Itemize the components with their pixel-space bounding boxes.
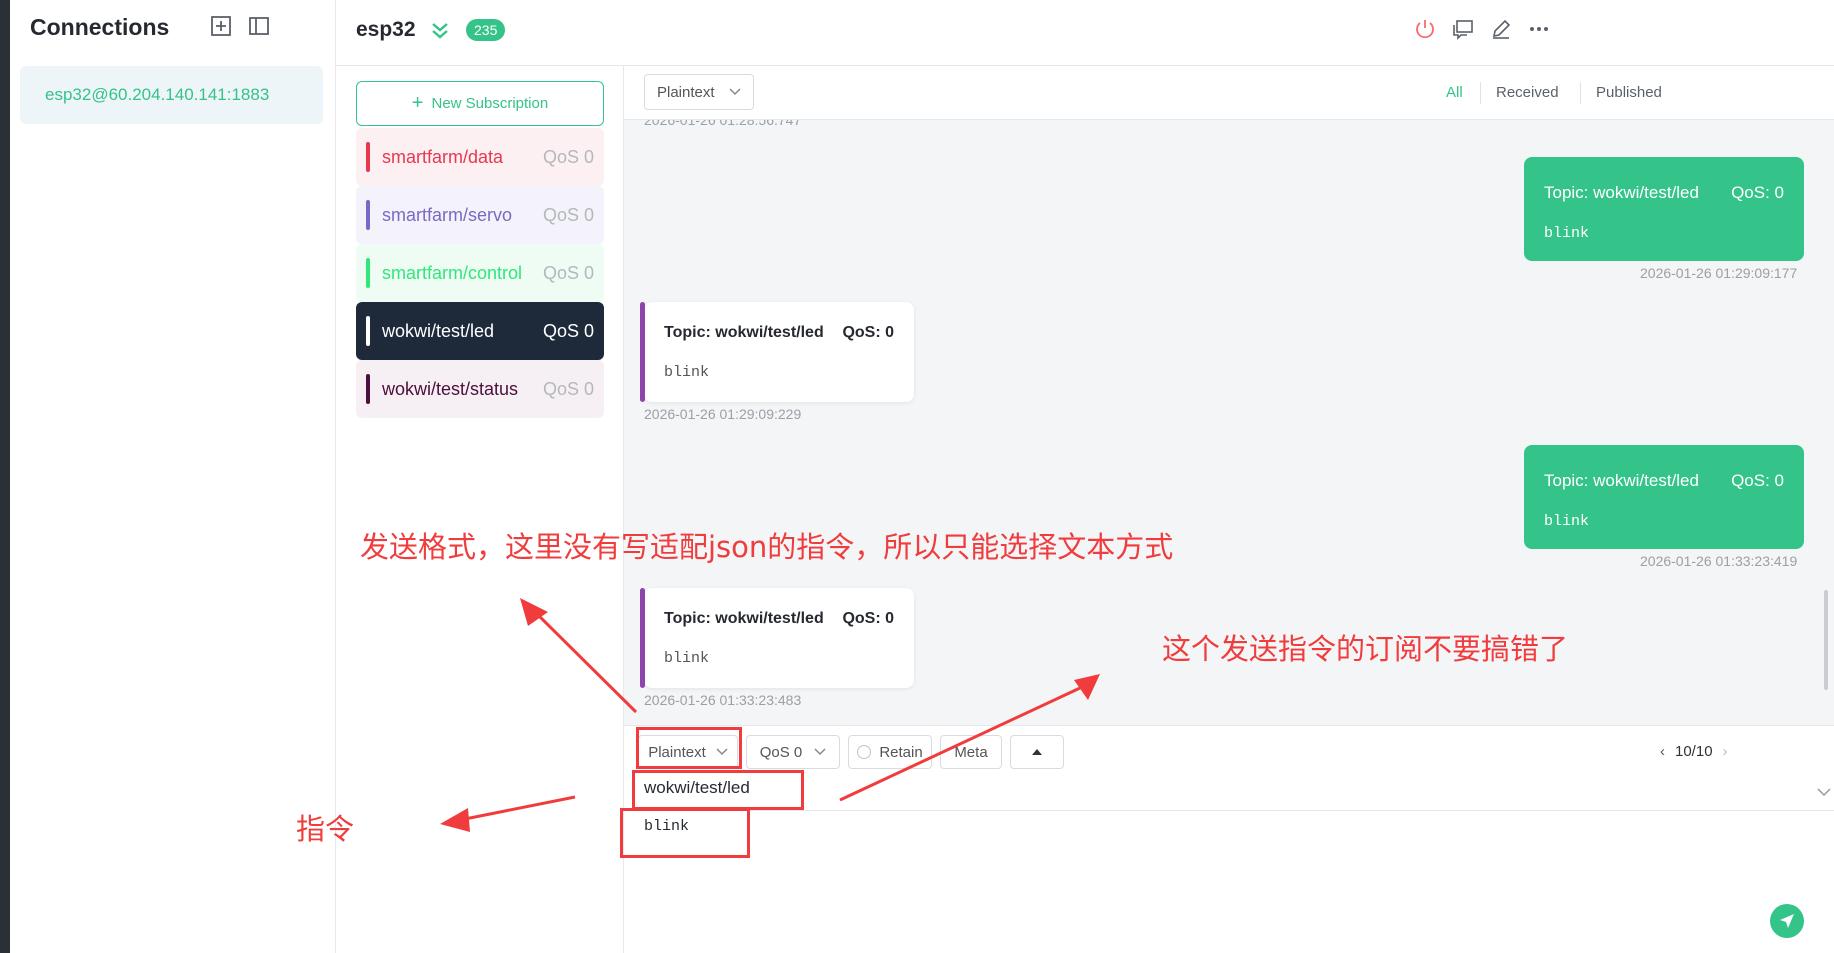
arrow-command-head	[440, 808, 470, 832]
arrow-topic-head	[1074, 674, 1100, 700]
annotation-arrows	[440, 598, 1100, 832]
annotation-topic-note: 这个发送指令的订阅不要搞错了	[1162, 632, 1569, 666]
annotation-command-note: 指令	[296, 812, 355, 846]
arrow-topic	[839, 686, 1081, 802]
arrow-format	[533, 610, 638, 714]
arrow-command	[459, 795, 576, 822]
annotation-format-note: 发送格式，这里没有写适配json的指令，所以只能选择文本方式	[360, 530, 1174, 564]
